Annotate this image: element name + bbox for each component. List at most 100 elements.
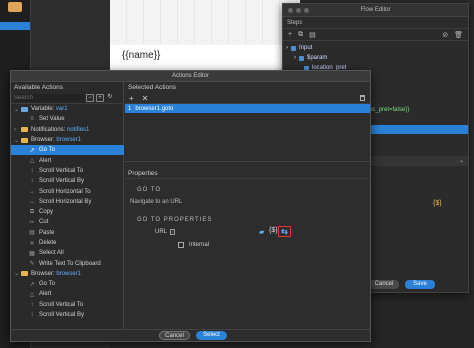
- app-badge: [8, 2, 22, 12]
- action-group-header[interactable]: ⌄ Variable: var1: [11, 104, 124, 114]
- action-item[interactable]: ✎ Write Text To Clipboard: [11, 258, 124, 268]
- selected-action-index: 1: [128, 105, 132, 112]
- action-group-header[interactable]: › Notifications: notifies1: [11, 125, 124, 135]
- action-item[interactable]: ↗ Go To: [11, 279, 124, 289]
- action-icon: ≡: [30, 116, 34, 123]
- available-actions-title: Available Actions: [14, 84, 64, 91]
- action-label: Paste: [39, 229, 55, 236]
- help-icon[interactable]: i: [170, 229, 176, 235]
- delete-step-icon[interactable]: 🗑: [454, 31, 463, 39]
- url-property-row: URL i ▰ {$} ⇆: [125, 226, 370, 238]
- action-label: Scroll Vertical By: [39, 312, 85, 319]
- action-item[interactable]: ↕ Scroll Vertical By: [11, 310, 124, 320]
- dynamic-data-icon[interactable]: {$}: [269, 227, 278, 234]
- action-icon: ⧉: [29, 208, 35, 215]
- action-icon: ↔: [29, 198, 35, 205]
- action-item[interactable]: ▦ Select All: [11, 248, 124, 258]
- chevron-down-icon[interactable]: ⌄: [14, 270, 21, 277]
- paste-step-icon[interactable]: ▤: [309, 31, 316, 39]
- action-label: Alert: [39, 157, 52, 164]
- tree-item[interactable]: › Input: [286, 43, 468, 53]
- group-icon: [21, 127, 28, 133]
- action-label: Go To: [39, 281, 55, 288]
- chevron-down-icon[interactable]: ⌄: [14, 137, 21, 144]
- action-item[interactable]: △ Alert: [11, 289, 124, 299]
- disable-step-icon[interactable]: ⊘: [442, 31, 448, 39]
- group-icon: [21, 271, 28, 277]
- action-icon: △: [29, 291, 35, 298]
- chevron-down-icon[interactable]: ⌄: [14, 106, 21, 113]
- action-item[interactable]: ≡ Set Value: [11, 114, 124, 124]
- group-label: Browser:: [31, 270, 57, 277]
- add-step-icon[interactable]: +: [288, 31, 292, 38]
- group-icon: [21, 137, 28, 143]
- collapse-all-icon[interactable]: −: [86, 94, 94, 102]
- action-group-header[interactable]: ⌄ Browser: browser1: [11, 269, 124, 279]
- steps-toolbar: + ⧉ ▤ ⊘ 🗑: [283, 29, 468, 41]
- action-label: Scroll Vertical To: [39, 301, 84, 308]
- action-item[interactable]: ↕ Scroll Vertical By: [11, 176, 124, 186]
- properties-title: Properties: [125, 168, 370, 179]
- chevron-down-icon: ⌄: [458, 158, 464, 164]
- action-label: Cut: [39, 219, 49, 226]
- actions-editor-title: Actions Editor: [11, 71, 370, 82]
- flow-selected-row[interactable]: [369, 125, 468, 134]
- group-label: Variable:: [31, 106, 56, 113]
- flow-editor-title: Flow Editor: [360, 7, 391, 13]
- action-item[interactable]: ▤ Paste: [11, 228, 124, 238]
- action-item[interactable]: △ Alert: [11, 155, 124, 165]
- action-item[interactable]: ✕ Delete: [11, 238, 124, 248]
- action-item[interactable]: ↔ Scroll Horizontal To: [11, 186, 124, 196]
- trash-icon[interactable]: [360, 95, 365, 101]
- refresh-icon[interactable]: ↻: [106, 94, 114, 102]
- flow-section-header[interactable]: ⌄: [369, 156, 468, 166]
- search-input[interactable]: [14, 94, 84, 102]
- chevron-right-icon[interactable]: ›: [14, 127, 21, 133]
- selected-action-label: browser1.goto: [135, 105, 174, 112]
- actions-list: ⌄ Variable: var1 ≡ Set Value › Notifications:…: [11, 104, 124, 320]
- action-label: Go To: [39, 147, 55, 154]
- cancel-button[interactable]: Cancel: [159, 331, 190, 340]
- action-icon: ↗: [29, 147, 35, 154]
- action-label: Alert: [39, 291, 52, 298]
- action-label: Select All: [39, 250, 64, 257]
- action-item[interactable]: ⧉ Copy: [11, 207, 124, 217]
- action-icon: ▦: [29, 250, 35, 257]
- group-instance-name: browser1: [56, 137, 82, 144]
- internal-checkbox[interactable]: [178, 242, 184, 248]
- remove-action-icon[interactable]: ✕: [142, 94, 149, 103]
- tree-item[interactable]: › $param: [286, 53, 468, 63]
- folder-icon[interactable]: ▰: [259, 228, 264, 236]
- action-item[interactable]: ↕ Scroll Vertical To: [11, 300, 124, 310]
- bind-link-button[interactable]: ⇆: [278, 226, 291, 237]
- selected-action-row[interactable]: 1 browser1.goto: [125, 104, 370, 113]
- expand-all-icon[interactable]: +: [96, 94, 104, 102]
- action-item[interactable]: ↗ Go To: [11, 145, 124, 156]
- action-label: Set Value: [39, 116, 65, 123]
- action-icon: ▤: [29, 230, 35, 237]
- action-item[interactable]: ↔ Scroll Horizontal By: [11, 197, 124, 207]
- canvas-template-text: {{name}}: [122, 50, 161, 61]
- action-label: Copy: [39, 209, 54, 216]
- select-button[interactable]: Select: [196, 331, 227, 340]
- action-item[interactable]: ↕ Scroll Vertical To: [11, 166, 124, 176]
- add-action-icon[interactable]: +: [129, 94, 134, 103]
- flow-cancel-button[interactable]: Cancel: [369, 280, 399, 289]
- action-icon: △: [29, 158, 35, 165]
- action-item[interactable]: ✂ Cut: [11, 217, 124, 227]
- goto-properties-title: GO TO PROPERTIES: [137, 217, 213, 223]
- group-label: Notifications:: [31, 126, 68, 133]
- app-bottom-area: [370, 290, 474, 348]
- action-label: Scroll Horizontal By: [39, 198, 92, 205]
- design-canvas: {{name}}: [110, 0, 300, 75]
- flow-save-button[interactable]: Save: [405, 280, 435, 289]
- action-icon: ↗: [29, 281, 35, 288]
- copy-step-icon[interactable]: ⧉: [298, 31, 303, 39]
- param-icon: [299, 55, 304, 61]
- actions-editor-dialog: Actions Editor Available Actions − + ↻ ⌄…: [10, 70, 371, 342]
- dynamic-data-icon[interactable]: {$}: [433, 200, 442, 207]
- canvas-grid: [110, 0, 300, 45]
- action-icon: ↕: [30, 301, 34, 308]
- search-row: − + ↻: [11, 93, 123, 104]
- action-group-header[interactable]: ⌄ Browser: browser1: [11, 135, 124, 145]
